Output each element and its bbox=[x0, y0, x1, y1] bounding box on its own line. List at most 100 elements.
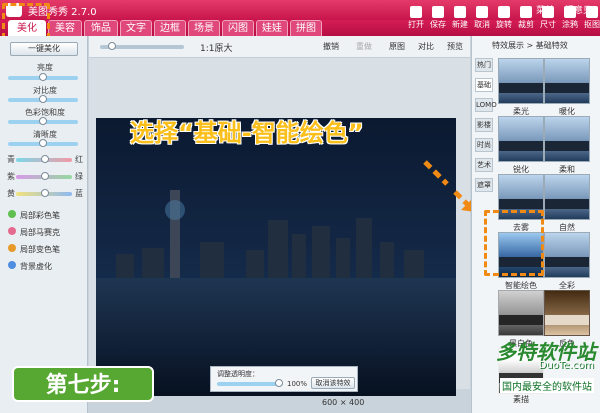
yellow-blue-knob[interactable] bbox=[41, 189, 49, 197]
effect-thumb[interactable] bbox=[544, 232, 590, 278]
sharpness-label: 清晰度 bbox=[33, 130, 57, 139]
doodle-icon bbox=[564, 6, 576, 18]
tool-item-recolor-pen[interactable]: 局部变色笔 bbox=[8, 244, 60, 255]
tab-mask[interactable]: 遮罩 bbox=[475, 178, 493, 192]
building bbox=[246, 250, 264, 278]
highlight-smart-color bbox=[484, 210, 544, 276]
cancel-effect-button[interactable]: 取消该特效 bbox=[311, 377, 355, 389]
tab-lomo[interactable]: LOMO bbox=[475, 98, 497, 112]
transparency-dialog: 调整透明度： 100% 取消该特效 bbox=[210, 366, 358, 392]
saturation-slider[interactable] bbox=[8, 117, 78, 125]
size-icon bbox=[542, 6, 554, 18]
zoom-slider[interactable] bbox=[100, 42, 184, 50]
saturation-knob[interactable] bbox=[39, 117, 47, 125]
building bbox=[142, 248, 164, 278]
contrast-knob[interactable] bbox=[39, 95, 47, 103]
transparency-slider[interactable] bbox=[217, 379, 283, 387]
watermark: 多特软件站 DuoTe.com 国内最安全的软件站 bbox=[450, 336, 600, 393]
cutout-tool[interactable]: 抠图 bbox=[581, 6, 600, 30]
building bbox=[356, 218, 372, 278]
undo-button[interactable]: 撤销 bbox=[323, 41, 339, 52]
zoom-label[interactable]: 1:1原大 bbox=[200, 41, 233, 54]
cyan-label: 青 bbox=[7, 155, 15, 164]
new-tool[interactable]: 新建 bbox=[449, 6, 471, 30]
open-tool[interactable]: 打开 bbox=[405, 6, 427, 30]
tab-face[interactable]: 美容 bbox=[48, 20, 82, 36]
tab-basic[interactable]: 基础 bbox=[475, 78, 493, 92]
magenta-label: 紫 bbox=[7, 172, 15, 181]
building bbox=[268, 220, 288, 278]
effect-thumb[interactable] bbox=[544, 58, 590, 104]
transparency-value: 100% bbox=[287, 380, 308, 388]
main-photo bbox=[96, 118, 456, 396]
magenta-green-knob[interactable] bbox=[41, 172, 49, 180]
sharpness-slider[interactable] bbox=[8, 139, 78, 147]
sharpness-knob[interactable] bbox=[39, 139, 47, 147]
tool-item-color-pen[interactable]: 局部彩色笔 bbox=[8, 210, 60, 221]
effect-thumb[interactable] bbox=[544, 290, 590, 336]
brightness-label: 亮度 bbox=[37, 63, 53, 72]
tab-flash[interactable]: 闪图 bbox=[222, 20, 254, 36]
tab-decoration[interactable]: 饰品 bbox=[84, 20, 118, 36]
effect-thumb[interactable] bbox=[498, 116, 544, 162]
effect-thumb[interactable] bbox=[498, 290, 544, 336]
tab-collage[interactable]: 拼图 bbox=[290, 20, 322, 36]
saturation-label: 色彩饱和度 bbox=[25, 108, 65, 117]
watermark-sub: DuoTe.com bbox=[538, 360, 594, 371]
save-icon bbox=[432, 6, 444, 18]
building bbox=[404, 250, 424, 278]
overlay-instruction: 选择“基础-智能绘色” bbox=[130, 119, 364, 147]
tab-fashion[interactable]: 时尚 bbox=[475, 138, 493, 152]
effect-label: 素描 bbox=[513, 395, 529, 404]
rotate-tool[interactable]: 旋转 bbox=[493, 6, 515, 30]
save-tool[interactable]: 保存 bbox=[427, 6, 449, 30]
yellow-label: 黄 bbox=[7, 189, 15, 198]
color-pen-icon bbox=[8, 210, 16, 218]
tab-scene[interactable]: 场景 bbox=[188, 20, 220, 36]
tab-border[interactable]: 边框 bbox=[154, 20, 186, 36]
effect-thumb[interactable] bbox=[544, 116, 590, 162]
crop-icon bbox=[520, 6, 532, 18]
image-size-status: 600 × 400 bbox=[322, 398, 365, 407]
tool-item-mosaic[interactable]: 局部马赛克 bbox=[8, 227, 60, 238]
tab-studio[interactable]: 影楼 bbox=[475, 118, 493, 132]
new-icon bbox=[454, 6, 466, 18]
tab-text[interactable]: 文字 bbox=[120, 20, 152, 36]
one-click-button[interactable]: 一键美化 bbox=[10, 42, 78, 56]
cancel-icon bbox=[476, 6, 488, 18]
green-label: 绿 bbox=[75, 172, 83, 181]
cyan-red-slider[interactable] bbox=[16, 155, 72, 163]
cutout-icon bbox=[586, 6, 598, 18]
effect-thumb[interactable] bbox=[498, 58, 544, 104]
tool-item-background-blur[interactable]: 背景虚化 bbox=[8, 261, 52, 272]
preview-button[interactable]: 预览 bbox=[447, 41, 463, 52]
redo-button[interactable]: 重做 bbox=[356, 41, 372, 52]
building bbox=[116, 254, 134, 278]
building bbox=[292, 234, 306, 278]
highlight-beautify-tab bbox=[2, 3, 50, 39]
original-button[interactable]: 原图 bbox=[389, 41, 405, 52]
red-label: 红 bbox=[75, 155, 83, 164]
contrast-slider[interactable] bbox=[8, 95, 78, 103]
brightness-slider[interactable] bbox=[8, 73, 78, 81]
zoom-knob[interactable] bbox=[108, 42, 116, 50]
step-label: 第七步: bbox=[12, 366, 154, 402]
crop-tool[interactable]: 裁剪 bbox=[515, 6, 537, 30]
compare-button[interactable]: 对比 bbox=[418, 41, 434, 52]
cyan-red-knob[interactable] bbox=[41, 155, 49, 163]
tab-doll[interactable]: 娃娃 bbox=[256, 20, 288, 36]
tab-hot[interactable]: 热门 bbox=[475, 58, 493, 72]
watermark-bottom: 国内最安全的软件站 bbox=[500, 378, 594, 393]
effect-thumb[interactable] bbox=[544, 174, 590, 220]
cancel-tool[interactable]: 取消 bbox=[471, 6, 493, 30]
transparency-knob[interactable] bbox=[275, 379, 283, 387]
magenta-green-slider[interactable] bbox=[16, 172, 72, 180]
brightness-knob[interactable] bbox=[39, 73, 47, 81]
yellow-blue-slider[interactable] bbox=[16, 189, 72, 197]
tab-art[interactable]: 艺术 bbox=[475, 158, 493, 172]
blue-label: 蓝 bbox=[75, 189, 83, 198]
doodle-tool[interactable]: 涂鸦 bbox=[559, 6, 581, 30]
size-tool[interactable]: 尺寸 bbox=[537, 6, 559, 30]
mosaic-icon bbox=[8, 227, 16, 235]
building bbox=[380, 242, 394, 278]
